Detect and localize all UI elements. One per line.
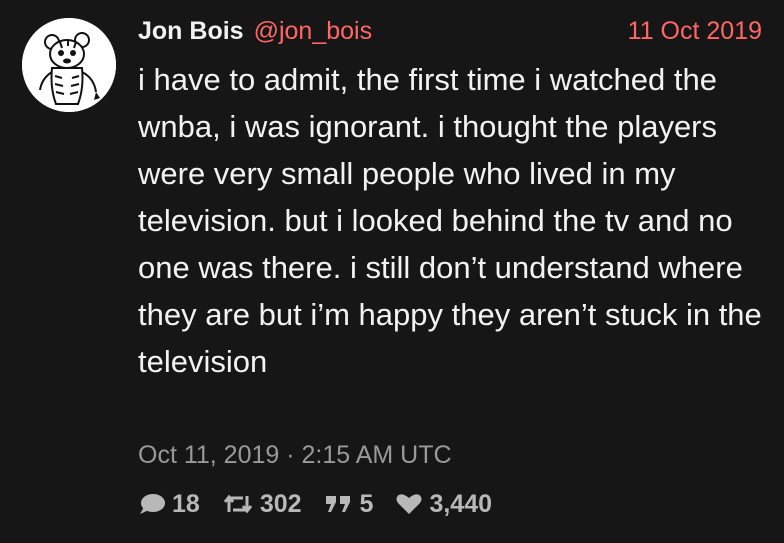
- quote-stat[interactable]: 5: [324, 489, 374, 519]
- quote-icon: [324, 492, 354, 516]
- tweet-stats: 18 302 5 3,440: [138, 486, 514, 522]
- retweet-count: 302: [259, 489, 302, 518]
- author-fullname[interactable]: Jon Bois: [138, 17, 244, 45]
- tweet-header: Jon Bois @jon_bois 11 Oct 2019: [138, 14, 762, 48]
- author-username[interactable]: @jon_bois: [254, 17, 373, 45]
- reply-count: 18: [172, 489, 200, 518]
- comment-icon: [138, 492, 166, 516]
- avatar[interactable]: [22, 18, 116, 112]
- tweet-published: Oct 11, 2019 · 2:15 AM UTC: [138, 441, 452, 469]
- like-count: 3,440: [429, 489, 492, 518]
- cartoon-tiger-avatar-icon: [22, 18, 116, 112]
- quote-count: 5: [359, 489, 374, 518]
- reply-stat[interactable]: 18: [138, 490, 200, 519]
- tweet-content: i have to admit, the first time i watche…: [138, 62, 762, 379]
- tweet-date-link[interactable]: 11 Oct 2019: [628, 14, 762, 48]
- tweet-card: Jon Bois @jon_bois 11 Oct 2019 i have to …: [0, 0, 784, 543]
- like-stat[interactable]: 3,440: [395, 490, 492, 519]
- heart-icon: [395, 492, 423, 516]
- retweet-icon: [222, 492, 254, 516]
- retweet-stat[interactable]: 302: [222, 490, 302, 519]
